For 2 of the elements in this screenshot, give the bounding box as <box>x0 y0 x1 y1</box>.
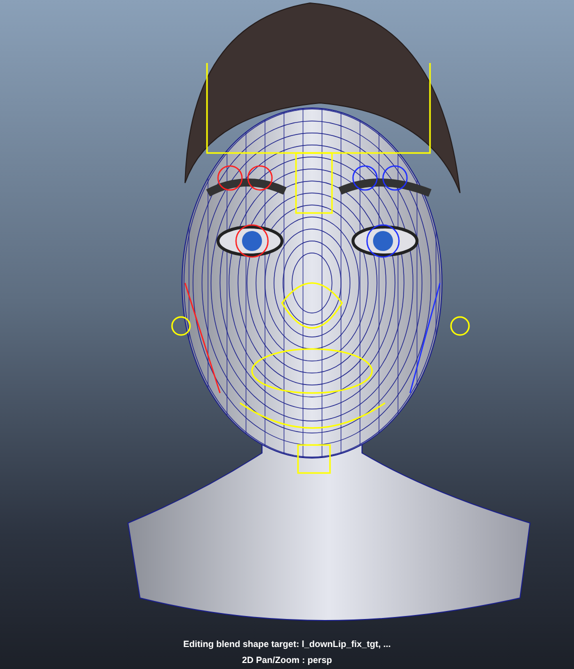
viewport-message: 2D Pan/Zoom : persp <box>242 655 332 665</box>
viewport-message: Editing blend shape target: l_downLip_fix_tgt, ... <box>183 639 391 649</box>
